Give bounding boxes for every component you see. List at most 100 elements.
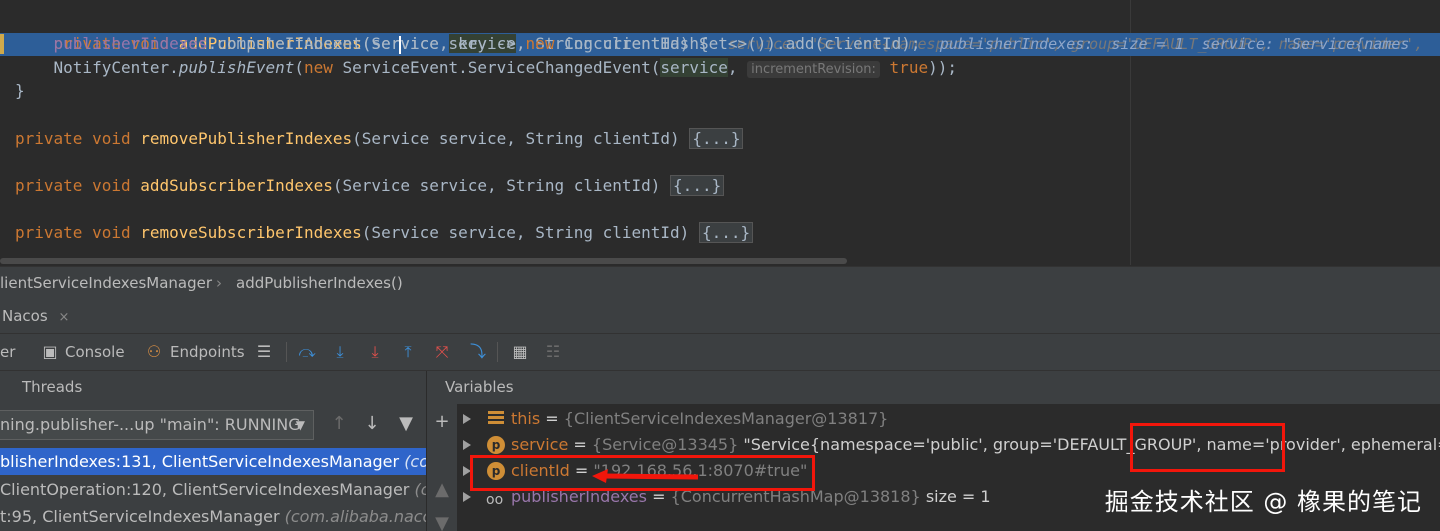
arrow-up-icon[interactable]: ▲ [432,480,452,500]
code-line-method-signature[interactable]: private void addPublisherIndexes(Service… [15,8,1432,53]
expand-arrow-icon[interactable] [463,492,471,502]
variable-string-value: "Service{namespace='public', group='DEFA… [743,435,1440,454]
show-execution-point-icon[interactable]: ⤼ [297,342,317,362]
method-name: addSubscriberIndexes [140,176,333,195]
frame-method: blisherIndexes:131, ClientServiceIndexes… [0,452,405,471]
run-to-cursor-icon[interactable]: ⤵ [468,342,488,362]
keyword: new [304,58,333,77]
code-line-notify[interactable]: NotifyCenter.publishEvent(new ServiceEve… [15,56,957,80]
code-editor[interactable]: private void addPublisherIndexes(Service… [0,0,1440,265]
variable-value: {ClientServiceIndexesManager@13817} [563,409,889,428]
expand-arrow-icon[interactable] [463,414,471,424]
variable-value: {Service@13345} [591,435,744,454]
variables-title: Variables [427,371,1440,404]
console-icon: ▣ [42,342,58,361]
variable-name: service [511,435,569,454]
watermark: 掘金技术社区 @ 橡果的笔记 [1104,488,1422,516]
object-icon [488,411,504,427]
code-text: (Service service, String clientId) [352,129,690,148]
code-text: )); [928,58,957,77]
breadcrumb-class[interactable]: lientServiceIndexesManager [0,267,212,299]
breadcrumb-separator: › [216,274,222,292]
arrow-up-icon[interactable]: ↑ [326,411,352,437]
filter-icon[interactable]: ▼ [393,411,419,437]
step-into-icon[interactable]: ⤓ [365,342,385,362]
thread-selector[interactable]: ning.publisher-...up "main": RUNNING ▼ [0,410,314,440]
variable-entry: this = {ClientServiceIndexesManager@1381… [511,406,888,432]
arrow-down-icon[interactable]: ▼ [432,514,452,531]
folded-code-block[interactable]: {...} [670,175,725,196]
tab-nacos-label: Nacos [2,307,48,325]
trace-icon[interactable]: ☷ [543,342,563,362]
code-text: } [15,81,25,100]
menu-icon[interactable]: ☰ [254,342,274,362]
add-watch-icon[interactable]: + [432,412,452,432]
tab-debugger[interactable]: er [0,334,15,370]
tab-endpoints[interactable]: Endpoints [170,334,245,370]
variables-side-toolbar: + ▲ ▼ [427,404,457,531]
chevron-down-icon: ▼ [295,418,305,432]
variable-size: size = 1 [925,487,991,506]
inline-debug-value: publisherIndexes: size = 1 service: "Ser… [939,35,1410,53]
folded-code-block[interactable]: {...} [689,128,744,149]
method-name: publishEvent [178,58,295,77]
keyword: private void [15,129,141,148]
stack-frame-row[interactable]: ClientOperation:120, ClientServiceIndexe… [0,476,426,503]
frame-package: (com. [414,480,426,499]
equals: = [568,435,592,454]
equals: = [540,409,564,428]
code-line-current[interactable]: publisherIndexes.computeIfAbsent(service… [15,32,1409,56]
folded-code-block[interactable]: {...} [698,222,754,243]
drop-frame-icon[interactable]: ⤧ [432,342,452,362]
annotation-arrow-icon [592,469,699,483]
toolbar-divider [286,342,287,362]
expand-arrow-icon[interactable] [463,440,471,450]
evaluate-expression-icon[interactable]: ▦ [510,342,530,362]
code-text: NotifyCenter. [53,58,179,77]
code-line-add-subscriber[interactable]: private void addSubscriberIndexes(Servic… [15,174,725,198]
parameter-icon: p [487,436,505,454]
horizontal-scrollbar[interactable] [0,258,847,264]
annotation-box-provider [1130,423,1285,472]
stack-frame-row[interactable]: blisherIndexes:131, ClientServiceIndexes… [0,448,426,475]
code-text: , [727,58,738,77]
tab-nacos[interactable]: Nacos × [0,299,69,333]
code-line-remove-subscriber[interactable]: private void removeSubscriberIndexes(Ser… [15,221,754,245]
method-name: removeSubscriberIndexes [140,223,362,242]
code-text: .computeIfAbsent(ser [207,34,401,53]
step-over-icon[interactable]: ⤓ [330,342,350,362]
code-text: ServiceEvent.ServiceChangedEvent( [332,58,661,77]
frame-method: ClientOperation:120, ClientServiceIndexe… [0,480,415,499]
code-line-close-brace[interactable]: } [15,79,25,103]
code-text: (Service service, String clientId) [361,223,699,242]
threads-title[interactable]: Threads [22,371,82,404]
code-line-remove-publisher[interactable]: private void removePublisherIndexes(Serv… [15,127,744,151]
breadcrumb-method[interactable]: addPublisherIndexes() [236,267,403,299]
endpoints-icon: ⚇ [146,342,162,361]
code-text: vice, key -> [400,34,526,53]
stack-frame-row[interactable]: t:95, ClientServiceIndexesManager (com.a… [0,503,426,530]
close-icon[interactable]: × [58,310,69,325]
frame-method: t:95, ClientServiceIndexesManager [0,507,285,526]
code-text: ( [294,58,304,77]
field-ref: publisherIndexes [53,34,208,53]
code-text: (Service service, String clientId) [332,176,671,195]
thread-selector-value: ning.publisher-...up "main": RUNNING [0,415,301,434]
variable-name: this [511,409,541,428]
keyword: new [525,34,555,53]
breadcrumb: lientServiceIndexesManager › addPublishe… [0,266,1440,299]
execution-point-marker [0,34,4,54]
code-text: ConcurrentHashSet<>()).add(clientId); [554,34,921,53]
keyword: private void [15,176,141,195]
frame-package: (com.ali [404,452,426,471]
keyword: true [889,58,929,77]
frames-panel: Threads ning.publisher-...up "main": RUN… [0,371,427,531]
tab-console[interactable]: Console [65,334,125,370]
method-name: removePublisherIndexes [140,129,353,148]
step-out-icon[interactable]: ⤒ [398,342,418,362]
debug-toolbar: er ▣ Console ⚇ Endpoints ☰ ⤼ ⤓ ⤓ ⤒ ⤧ ⤵ ▦… [0,334,1440,371]
parameter-hint: incrementRevision: [747,61,880,78]
arrow-down-icon[interactable]: ↓ [359,411,385,437]
toolbar-divider [497,342,498,362]
keyword: private void [15,223,141,242]
